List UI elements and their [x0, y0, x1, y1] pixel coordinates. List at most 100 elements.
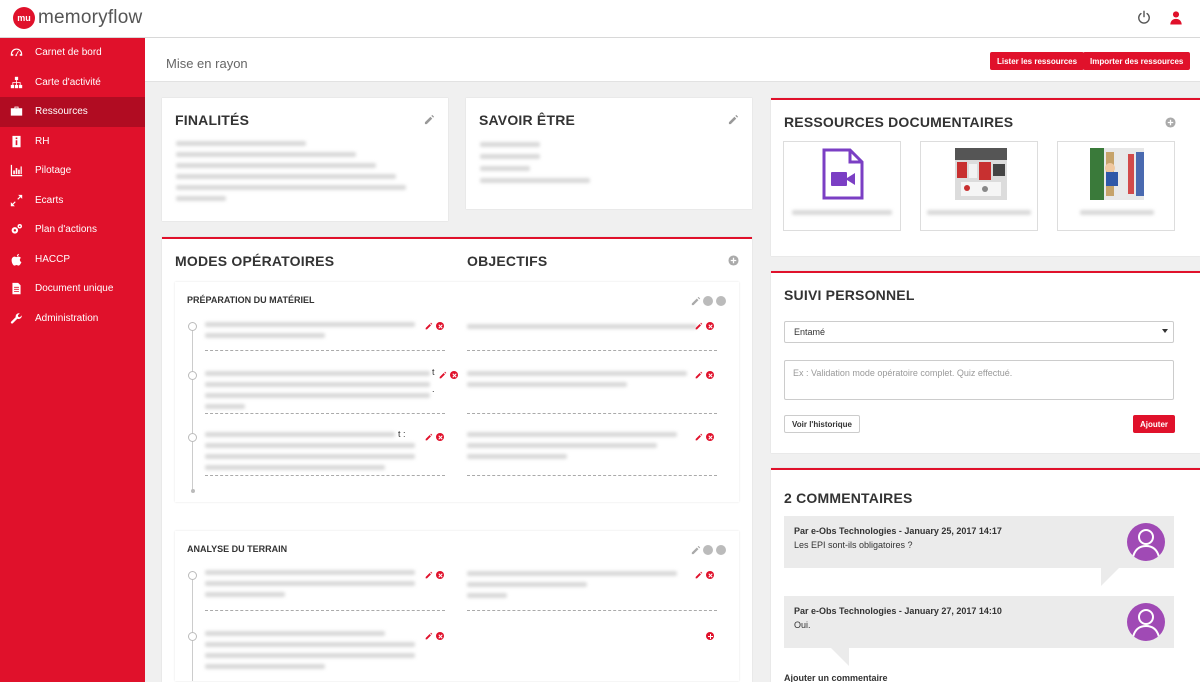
page-title: Mise en rayon: [166, 56, 248, 71]
main-content: Mise en rayon Lister les ressources Impo…: [145, 38, 1200, 682]
comments-card: 2 COMMENTAIRES Par e-Obs Technologies - …: [771, 468, 1200, 682]
sidebar-item-document-unique[interactable]: Document unique: [0, 274, 145, 304]
pencil-icon[interactable]: [439, 371, 447, 379]
pencil-icon[interactable]: [695, 571, 703, 579]
blurred-text: [176, 163, 376, 168]
add-circle-icon[interactable]: [1165, 117, 1176, 128]
history-button[interactable]: Voir l'historique: [784, 415, 860, 433]
resource-thumbnail[interactable]: [783, 141, 901, 231]
pencil-icon[interactable]: [691, 296, 701, 306]
pencil-icon[interactable]: [691, 545, 701, 555]
sidebar-item-administration[interactable]: Administration: [0, 304, 145, 334]
sidebar-item-label: Plan d'actions: [35, 224, 97, 236]
sidebar-item-carnet-de-bord[interactable]: Carnet de bord: [0, 38, 145, 68]
blurred-text: [205, 393, 430, 398]
blurred-text: [467, 593, 507, 598]
delete-icon[interactable]: [436, 571, 444, 579]
id-card-icon: [9, 134, 23, 148]
blurred-text: [467, 571, 677, 576]
user-icon[interactable]: [1169, 10, 1183, 25]
topbar: mu memoryflow: [0, 0, 1200, 38]
add-icon[interactable]: [706, 632, 714, 640]
pencil-icon[interactable]: [425, 571, 433, 579]
comment-text: Oui.: [794, 620, 811, 630]
video-file-icon: [822, 148, 864, 200]
remove-circle-icon[interactable]: [703, 545, 713, 555]
logo-mark: mu: [13, 7, 35, 29]
sidebar-item-carte-activite[interactable]: Carte d'activité: [0, 68, 145, 98]
blurred-text: [480, 142, 540, 147]
delete-icon[interactable]: [450, 371, 458, 379]
wrench-icon: [9, 311, 23, 325]
sidebar-item-haccp[interactable]: HACCP: [0, 245, 145, 275]
sidebar-item-plan-actions[interactable]: Plan d'actions: [0, 215, 145, 245]
comment-author: Par e-Obs Technologies - January 27, 201…: [794, 606, 1002, 616]
add-circle-icon[interactable]: [728, 255, 739, 266]
ressources-title: RESSOURCES DOCUMENTAIRES: [784, 114, 1014, 130]
delete-icon[interactable]: [706, 571, 714, 579]
comments-title: 2 COMMENTAIRES: [784, 490, 913, 506]
blurred-text: [205, 570, 415, 575]
savoir-etre-card: SAVOIR ÊTRE: [466, 98, 752, 209]
sidebar-item-ecarts[interactable]: Ecarts: [0, 186, 145, 216]
blurred-text: [176, 152, 356, 157]
add-circle-icon[interactable]: [716, 545, 726, 555]
pencil-icon[interactable]: [425, 433, 433, 441]
blurred-text: [205, 465, 385, 470]
sidebar-item-ressources[interactable]: Ressources: [0, 97, 145, 127]
pencil-icon[interactable]: [424, 114, 435, 125]
savoir-etre-title: SAVOIR ÊTRE: [479, 112, 576, 128]
add-comment-label[interactable]: Ajouter un commentaire: [784, 673, 888, 682]
add-circle-icon[interactable]: [716, 296, 726, 306]
comment-item: Par e-Obs Technologies - January 27, 201…: [784, 596, 1174, 648]
bubble-tail: [1101, 568, 1119, 586]
sidebar-item-rh[interactable]: RH: [0, 127, 145, 157]
timeline-dot: [188, 433, 197, 442]
divider: [467, 413, 717, 414]
pencil-icon[interactable]: [695, 433, 703, 441]
objectifs-title: OBJECTIFS: [467, 253, 548, 269]
import-resources-button[interactable]: Importer des ressources: [1083, 52, 1191, 70]
power-icon[interactable]: [1137, 10, 1151, 25]
blurred-text: [205, 653, 415, 658]
list-resources-button[interactable]: Lister les ressources: [990, 52, 1085, 70]
sidebar-item-label: RH: [35, 135, 50, 147]
delete-icon[interactable]: [706, 433, 714, 441]
status-select[interactable]: Entamé: [784, 321, 1174, 343]
blurred-text: [205, 664, 325, 669]
delete-icon[interactable]: [436, 322, 444, 330]
add-button[interactable]: Ajouter: [1133, 415, 1175, 433]
section-preparation-materiel: PRÉPARATION DU MATÉRIEL t . t:: [175, 282, 739, 502]
delete-icon[interactable]: [436, 433, 444, 441]
blurred-text: [176, 185, 406, 190]
divider: [205, 413, 445, 414]
pencil-icon[interactable]: [425, 322, 433, 330]
comment-item: Par e-Obs Technologies - January 25, 201…: [784, 516, 1174, 568]
resource-thumbnail[interactable]: [1057, 141, 1175, 231]
sidebar-item-label: HACCP: [35, 253, 71, 265]
comment-textarea[interactable]: Ex : Validation mode opératoire complet.…: [784, 360, 1174, 400]
pencil-icon[interactable]: [695, 322, 703, 330]
pencil-icon[interactable]: [728, 114, 739, 125]
sidebar-item-pilotage[interactable]: Pilotage: [0, 156, 145, 186]
resource-thumbnail[interactable]: [920, 141, 1038, 231]
pencil-icon[interactable]: [695, 371, 703, 379]
finalites-title: FINALITÉS: [175, 112, 250, 128]
sidebar-item-label: Ecarts: [35, 194, 64, 206]
timeline-dot: [188, 322, 197, 331]
delete-icon[interactable]: [436, 632, 444, 640]
remove-circle-icon[interactable]: [703, 296, 713, 306]
delete-icon[interactable]: [706, 322, 714, 330]
blurred-text: [480, 178, 590, 183]
blurred-text: [176, 141, 306, 146]
divider: [467, 350, 717, 351]
blurred-text: [205, 454, 415, 459]
pencil-icon[interactable]: [425, 632, 433, 640]
sitemap-icon: [9, 75, 23, 89]
app-logo[interactable]: mu memoryflow: [13, 7, 142, 29]
blurred-text: [205, 371, 430, 376]
ressources-card: RESSOURCES DOCUMENTAIRES: [771, 98, 1200, 256]
trailing-text: .: [432, 384, 435, 394]
sidebar-item-label: Administration: [35, 312, 99, 324]
delete-icon[interactable]: [706, 371, 714, 379]
